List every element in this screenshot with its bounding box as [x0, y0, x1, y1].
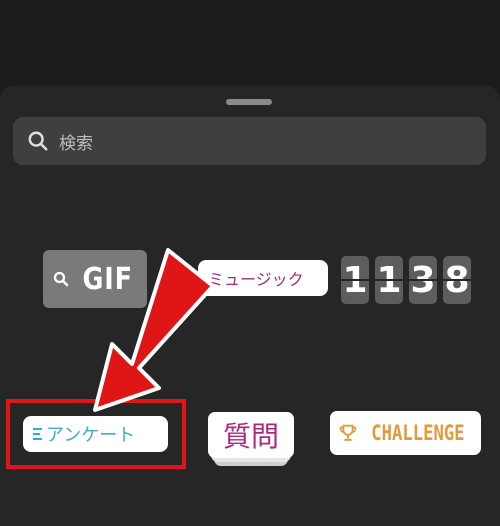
challenge-sticker[interactable]: CHALLENGE — [330, 411, 481, 455]
question-label: 質問 — [222, 420, 279, 453]
search-placeholder: 検索 — [59, 133, 93, 154]
search-bar[interactable]: 検索 — [13, 117, 486, 165]
annotation-highlight-box — [6, 399, 186, 469]
drag-handle[interactable] — [226, 99, 272, 105]
music-label: ミュージック — [208, 270, 304, 289]
countdown-digit: 3 — [409, 256, 437, 304]
countdown-digit: 1 — [341, 256, 369, 304]
gif-sticker[interactable]: GIF — [43, 250, 147, 308]
search-icon — [54, 271, 69, 287]
countdown-digit: 1 — [375, 256, 403, 304]
music-sticker[interactable]: ミュージック — [198, 260, 328, 296]
challenge-label: CHALLENGE — [370, 421, 465, 445]
trophy-icon — [339, 424, 356, 441]
gif-label: GIF — [82, 261, 134, 297]
question-sticker[interactable]: 質問 — [208, 412, 294, 468]
search-icon — [28, 131, 48, 151]
countdown-digit: 8 — [443, 256, 471, 304]
countdown-sticker[interactable]: 1 1 3 8 — [341, 256, 471, 304]
question-card: 質問 — [208, 412, 294, 458]
